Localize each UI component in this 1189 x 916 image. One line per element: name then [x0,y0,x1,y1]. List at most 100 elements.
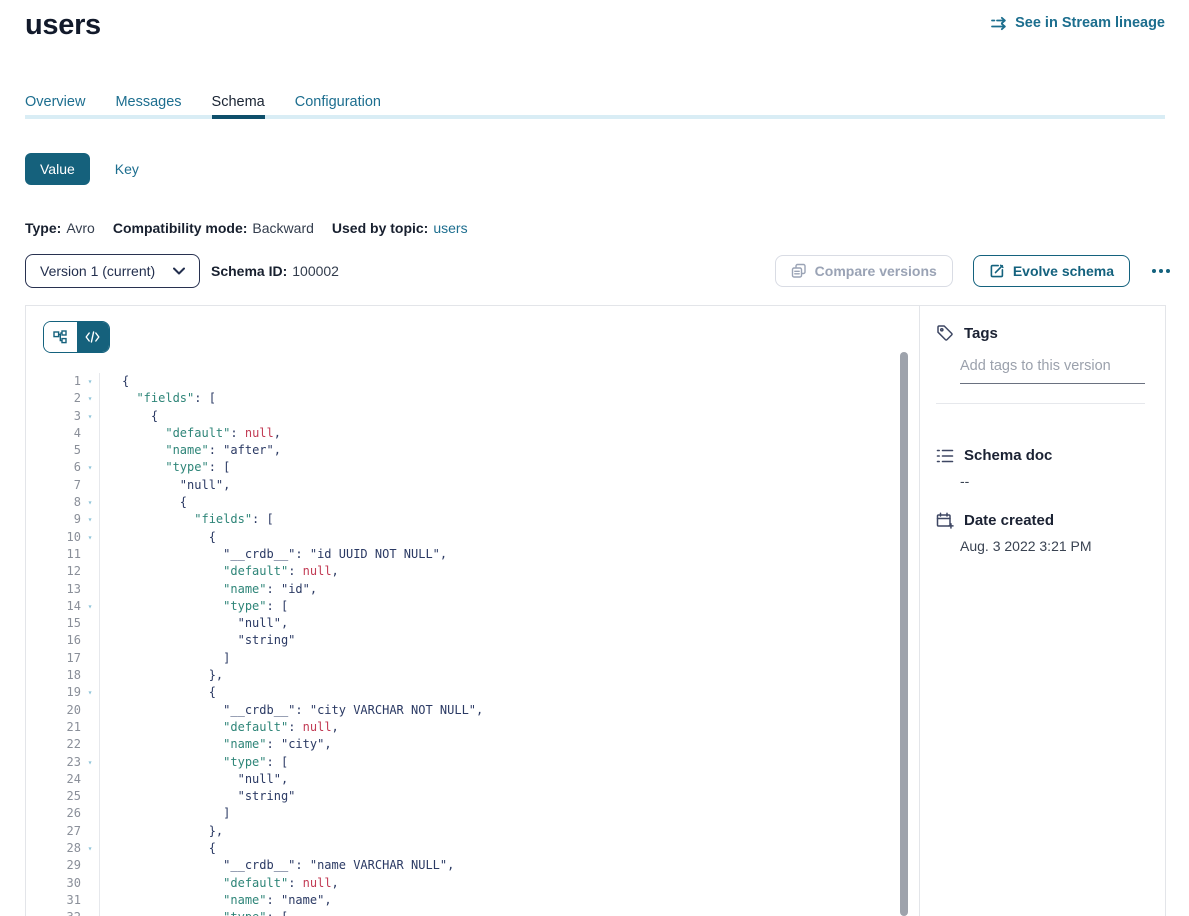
code-text: "null", [100,477,230,494]
code-text: "name": "id", [100,581,317,598]
fold-spacer [81,702,99,719]
compare-versions-icon [791,263,807,279]
tab-schema[interactable]: Schema [212,94,265,110]
fold-arrow-icon[interactable]: ▾ [81,529,99,546]
code-text: }, [100,823,223,840]
tab-configuration[interactable]: Configuration [295,94,381,110]
edit-schema-icon [989,263,1005,279]
sidebar-divider [936,403,1145,404]
fold-spacer [81,650,99,667]
fold-spacer [81,736,99,753]
calendar-plus-icon [936,512,954,529]
code-text: }, [100,667,223,684]
code-line: 13 "name": "id", [43,581,919,598]
code-line: 26 ] [43,805,919,822]
fold-spacer [81,771,99,788]
code-line: 7 "null", [43,477,919,494]
fold-arrow-icon[interactable]: ▾ [81,494,99,511]
line-number: 22 [43,736,81,753]
code-line: 22 "name": "city", [43,736,919,753]
see-in-stream-lineage-link[interactable]: See in Stream lineage [991,15,1165,31]
line-number: 30 [43,875,81,892]
fold-arrow-icon[interactable]: ▾ [81,684,99,701]
tab-overview[interactable]: Overview [25,94,85,110]
code-lines: 1▾{2▾ "fields": [3▾ {4 "default": null,5… [43,373,919,916]
tag-icon [936,324,954,342]
version-select[interactable]: Version 1 (current) [25,254,200,288]
compare-versions-button[interactable]: Compare versions [775,255,953,287]
version-select-value: Version 1 (current) [40,263,155,279]
code-line: 17 ] [43,650,919,667]
code-line: 20 "__crdb__": "city VARCHAR NOT NULL", [43,702,919,719]
code-line: 30 "default": null, [43,875,919,892]
code-text: "default": null, [100,875,339,892]
tags-section: Tags [936,324,1145,404]
code-line: 6▾ "type": [ [43,459,919,476]
fold-arrow-icon[interactable]: ▾ [81,459,99,476]
vertical-scrollbar-thumb[interactable] [900,352,908,916]
code-text: { [100,684,216,701]
line-number: 31 [43,892,81,909]
code-text: { [100,840,216,857]
fold-spacer [81,477,99,494]
key-tab-button[interactable]: Key [115,161,139,177]
schema-doc-value: -- [960,473,1145,489]
code-text: ] [100,650,230,667]
code-view-button[interactable] [77,322,110,352]
code-line: 21 "default": null, [43,719,919,736]
code-text: "string" [100,788,295,805]
fold-arrow-icon[interactable]: ▾ [81,840,99,857]
line-number: 5 [43,442,81,459]
fold-arrow-icon[interactable]: ▾ [81,754,99,771]
line-number: 19 [43,684,81,701]
line-number: 32 [43,909,81,916]
code-text: "default": null, [100,719,339,736]
code-text: "name": "name", [100,892,332,909]
fold-arrow-icon[interactable]: ▾ [81,373,99,390]
meta-value-link[interactable]: users [433,220,467,236]
more-options-button[interactable] [1150,265,1172,277]
fold-arrow-icon[interactable]: ▾ [81,598,99,615]
line-number: 7 [43,477,81,494]
fold-arrow-icon[interactable]: ▾ [81,909,99,916]
schema-panel: 1▾{2▾ "fields": [3▾ {4 "default": null,5… [25,305,1166,916]
tab-track [25,115,1165,119]
code-text: { [100,408,158,425]
tree-view-button[interactable] [44,322,77,352]
code-line: 28▾ { [43,840,919,857]
code-text: "type": [ [100,598,288,615]
add-tags-input[interactable] [960,358,1145,384]
date-created-title: Date created [964,512,1054,529]
line-number: 3 [43,408,81,425]
line-number: 16 [43,632,81,649]
line-number: 18 [43,667,81,684]
fold-spacer [81,667,99,684]
schema-doc-title: Schema doc [964,447,1052,464]
line-number: 20 [43,702,81,719]
value-tab-button[interactable]: Value [25,153,90,185]
page-title: users [25,9,101,42]
fold-spacer [81,823,99,840]
code-line: 24 "null", [43,771,919,788]
tabs: Overview Messages Schema Configuration [25,88,1165,115]
code-line: 3▾ { [43,408,919,425]
code-text: ] [100,805,230,822]
code-text: "name": "city", [100,736,332,753]
fold-arrow-icon[interactable]: ▾ [81,408,99,425]
code-text: "default": null, [100,425,281,442]
fold-spacer [81,805,99,822]
line-number: 17 [43,650,81,667]
line-number: 9 [43,511,81,528]
fold-arrow-icon[interactable]: ▾ [81,390,99,407]
dot-icon [1159,269,1163,273]
fold-spacer [81,788,99,805]
fold-arrow-icon[interactable]: ▾ [81,511,99,528]
line-number: 13 [43,581,81,598]
version-sidebar: Tags Schema doc -- [919,306,1165,916]
code-line: 12 "default": null, [43,563,919,580]
date-created-section: Date created Aug. 3 2022 3:21 PM [936,512,1145,554]
evolve-schema-button[interactable]: Evolve schema [973,255,1130,287]
schema-meta-row: Type:AvroCompatibility mode:BackwardUsed… [25,220,468,236]
code-text: "type": [ [100,459,230,476]
tab-messages[interactable]: Messages [115,94,181,110]
